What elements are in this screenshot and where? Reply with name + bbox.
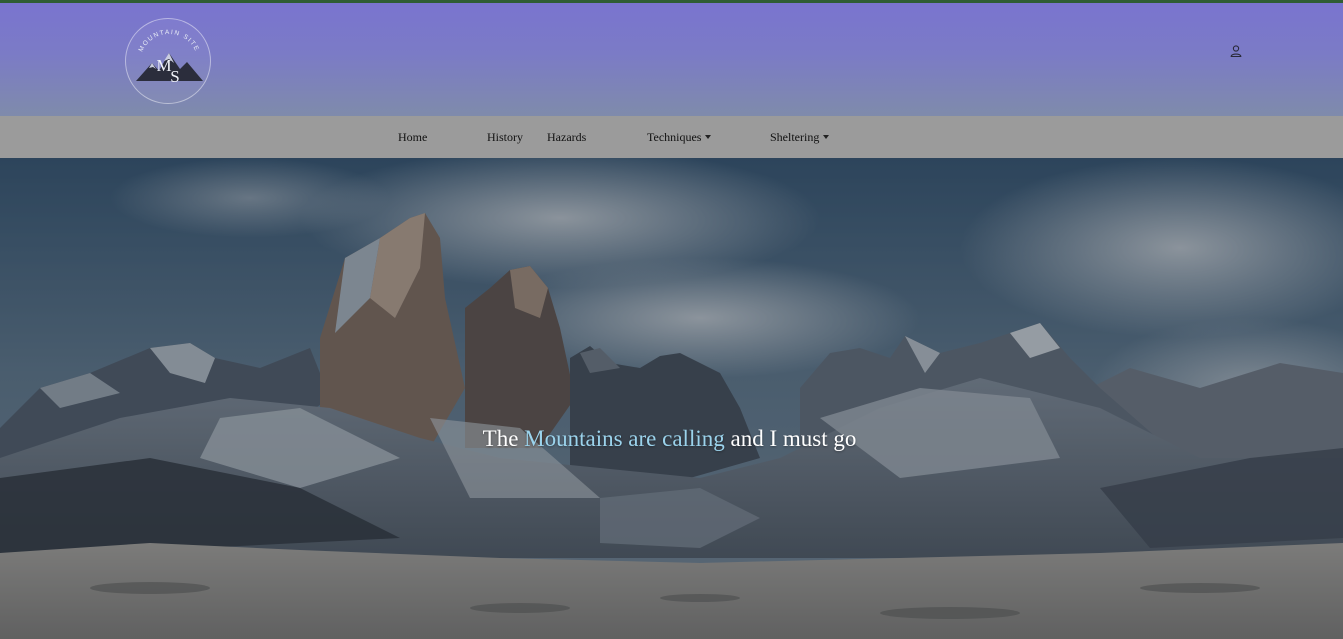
tagline-pre: The — [482, 426, 525, 451]
hero-section: The Mountains are calling and I must go — [0, 158, 1343, 639]
logo-arc-text: MOUNTAIN SITE — [138, 29, 200, 53]
svg-text:MOUNTAIN SITE: MOUNTAIN SITE — [138, 29, 201, 53]
hero-tagline: The Mountains are calling and I must go — [0, 426, 1343, 452]
nav-history[interactable]: History — [487, 116, 523, 158]
hero-mountain-image — [0, 158, 1343, 639]
user-icon[interactable] — [1229, 44, 1243, 58]
mountain-logo-icon: MOUNTAIN SITE M S — [136, 29, 203, 86]
nav-techniques-label: Techniques — [647, 130, 702, 144]
logo-monogram-s: S — [170, 67, 179, 86]
chevron-down-icon — [705, 135, 712, 139]
site-logo[interactable]: MOUNTAIN SITE M S — [125, 18, 211, 104]
nav-home[interactable]: Home — [398, 116, 427, 158]
nav-sheltering-dropdown[interactable]: Sheltering — [770, 116, 830, 158]
chevron-down-icon — [823, 135, 830, 139]
tagline-post: and I must go — [724, 426, 857, 451]
site-header: MOUNTAIN SITE M S — [0, 3, 1343, 116]
main-navbar: Home History Hazards Techniques Shelteri… — [0, 116, 1343, 158]
nav-techniques-dropdown[interactable]: Techniques — [647, 116, 712, 158]
nav-sheltering-label: Sheltering — [770, 130, 820, 144]
tagline-highlight: Mountains are calling — [524, 426, 725, 451]
nav-hazards[interactable]: Hazards — [547, 116, 586, 158]
